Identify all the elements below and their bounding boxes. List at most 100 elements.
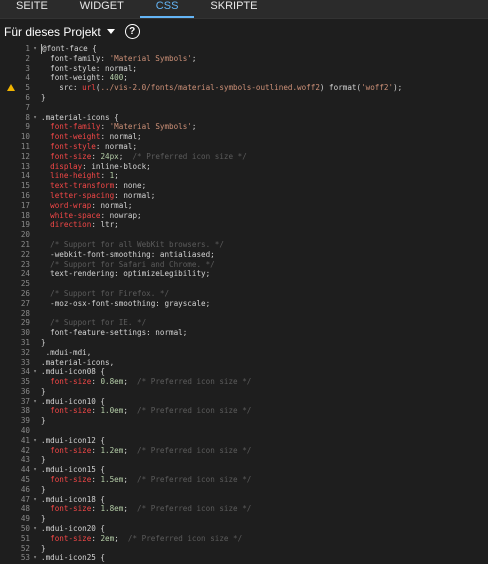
code-line[interactable]: 10 font-weight: normal; [0, 132, 488, 142]
code-line[interactable]: 53 ▾ .mdui-icon25 { [0, 553, 488, 563]
code-line[interactable]: 50 ▾ .mdui-icon20 { [0, 524, 488, 534]
code-line[interactable]: 11 font-style: normal; [0, 142, 488, 152]
fold-toggle-icon[interactable]: ▾ [31, 524, 39, 534]
code-line[interactable]: 5 src: url(../vis-2.0/fonts/material-sym… [0, 83, 488, 93]
code-line[interactable]: 33 .material-icons, [0, 358, 488, 368]
line-number: 21 [20, 239, 30, 249]
scope-dropdown-label: Für dieses Projekt [4, 24, 101, 39]
code-line[interactable]: 31} [0, 338, 488, 348]
line-number: 12 [20, 151, 30, 161]
line-number: 29 [20, 318, 30, 328]
tab-css[interactable]: CSS [139, 0, 195, 18]
code-text: line-height: 1; [50, 171, 119, 181]
code-line[interactable]: 26 /* Support for Firefox. */ [0, 289, 488, 299]
tab-seite[interactable]: SEITE [0, 0, 64, 18]
code-line[interactable]: 4 font-weight: 400; [0, 73, 488, 83]
code-line[interactable]: 49} [0, 514, 488, 524]
code-line[interactable]: 27 -moz-osx-font-smoothing: grayscale; [0, 299, 488, 309]
code-line[interactable]: 45 font-size: 1.5em; /* Preferred icon s… [0, 475, 488, 485]
fold-toggle-icon[interactable]: ▾ [31, 553, 39, 563]
code-line[interactable]: 32 .mdui-mdi, [0, 348, 488, 358]
code-text: } [41, 337, 46, 347]
line-number: 40 [20, 426, 30, 436]
code-text: .mdui-icon20 { [41, 524, 106, 534]
code-line[interactable]: 2 font-family: 'Material Symbols'; [0, 54, 488, 64]
code-text: } [41, 514, 46, 524]
line-number: 49 [20, 514, 30, 524]
code-line[interactable]: 16 letter-spacing: normal; [0, 191, 488, 201]
line-number: 26 [20, 288, 30, 298]
line-number: 36 [20, 386, 30, 396]
fold-toggle-icon[interactable]: ▾ [31, 113, 39, 123]
code-line[interactable]: 24 text-rendering: optimizeLegibility; [0, 269, 488, 279]
code-line[interactable]: 9 font-family: 'Material Symbols'; [0, 122, 488, 132]
code-line[interactable]: 30 font-feature-settings: normal; [0, 328, 488, 338]
fold-toggle-icon[interactable]: ▾ [31, 367, 39, 377]
code-line[interactable]: 25 [0, 279, 488, 289]
code-text: word-wrap: normal; [50, 200, 133, 210]
line-number: 7 [25, 102, 30, 112]
code-line[interactable]: 15 text-transform: none; [0, 181, 488, 191]
code-line[interactable]: 51 font-size: 2em; /* Preferred icon siz… [0, 534, 488, 544]
line-number: 39 [20, 416, 30, 426]
code-line[interactable]: 23 /* Support for Safari and Chrome. */ [0, 260, 488, 270]
code-line[interactable]: 18 white-space: nowrap; [0, 211, 488, 221]
code-line[interactable]: 17 word-wrap: normal; [0, 201, 488, 211]
code-line[interactable]: 36} [0, 387, 488, 397]
code-line[interactable]: 20 [0, 230, 488, 240]
scope-dropdown[interactable]: Für dieses Projekt [4, 25, 115, 39]
help-icon[interactable]: ? [124, 24, 140, 39]
code-line[interactable]: 35 font-size: 0.8em; /* Preferred icon s… [0, 377, 488, 387]
code-line[interactable]: 48 font-size: 1.8em; /* Preferred icon s… [0, 504, 488, 514]
line-number: 32 [20, 347, 30, 357]
code-line[interactable]: 42 font-size: 1.2em; /* Preferred icon s… [0, 446, 488, 456]
code-line[interactable]: 1 ▾ @font-face { [0, 44, 488, 54]
code-line[interactable]: 41 ▾ .mdui-icon12 { [0, 436, 488, 446]
line-number: 25 [20, 279, 30, 289]
fold-toggle-icon[interactable]: ▾ [31, 44, 39, 54]
fold-toggle-icon[interactable]: ▾ [31, 465, 39, 475]
code-text: font-family: 'Material Symbols'; [41, 53, 197, 63]
code-line[interactable]: 38 font-size: 1.0em; /* Preferred icon s… [0, 406, 488, 416]
code-line[interactable]: 43} [0, 455, 488, 465]
code-text: @font-face { [41, 44, 97, 54]
code-line[interactable]: 37 ▾ .mdui-icon10 { [0, 397, 488, 407]
code-text: } [41, 455, 46, 465]
code-line[interactable]: 40 [0, 426, 488, 436]
code-line[interactable]: 7 [0, 103, 488, 113]
code-line[interactable]: 3 font-style: normal; [0, 64, 488, 74]
code-line[interactable]: 21 /* Support for all WebKit browsers. *… [0, 240, 488, 250]
code-line[interactable]: 8 ▾ .material-icons { [0, 113, 488, 123]
code-text: font-size: 24px; /* Preferred icon size … [50, 151, 247, 161]
tab-widget[interactable]: WIDGET [64, 0, 140, 18]
code-line[interactable]: 12 font-size: 24px; /* Preferred icon si… [0, 152, 488, 162]
code-line[interactable]: 39} [0, 416, 488, 426]
code-line[interactable]: 46} [0, 485, 488, 495]
line-number: 51 [20, 533, 30, 543]
code-line[interactable]: 19 direction: ltr; [0, 220, 488, 230]
code-text: font-style: normal; [50, 141, 138, 151]
code-line[interactable]: 34 ▾ .mdui-icon08 { [0, 367, 488, 377]
fold-toggle-icon[interactable]: ▾ [31, 495, 39, 505]
css-code-editor[interactable]: 1 ▾ @font-face {2 font-family: 'Material S… [0, 44, 488, 564]
code-text: } [41, 416, 46, 426]
code-line[interactable]: 28 [0, 309, 488, 319]
code-line[interactable]: 52} [0, 544, 488, 554]
code-text: font-size: 1.2em; /* Preferred icon size… [50, 445, 252, 455]
code-line[interactable]: 13 display: inline-block; [0, 162, 488, 172]
code-text: .mdui-icon08 { [41, 367, 106, 377]
code-line[interactable]: 22 -webkit-font-smoothing: antialiased; [0, 250, 488, 260]
code-line[interactable]: 47 ▾ .mdui-icon18 { [0, 495, 488, 505]
code-line[interactable]: 14 line-height: 1; [0, 171, 488, 181]
fold-toggle-icon[interactable]: ▾ [31, 436, 39, 446]
fold-toggle-icon[interactable]: ▾ [31, 397, 39, 407]
line-number: 48 [20, 504, 30, 514]
code-line[interactable]: 6} [0, 93, 488, 103]
code-text: src: url(../vis-2.0/fonts/material-symbo… [41, 83, 403, 93]
line-number: 4 [25, 73, 30, 83]
line-number: 42 [20, 445, 30, 455]
tab-skripte[interactable]: SKRIPTE [194, 0, 273, 18]
code-line[interactable]: 44 ▾ .mdui-icon15 { [0, 465, 488, 475]
code-line[interactable]: 29 /* Support for IE. */ [0, 318, 488, 328]
line-number: 30 [20, 328, 30, 338]
